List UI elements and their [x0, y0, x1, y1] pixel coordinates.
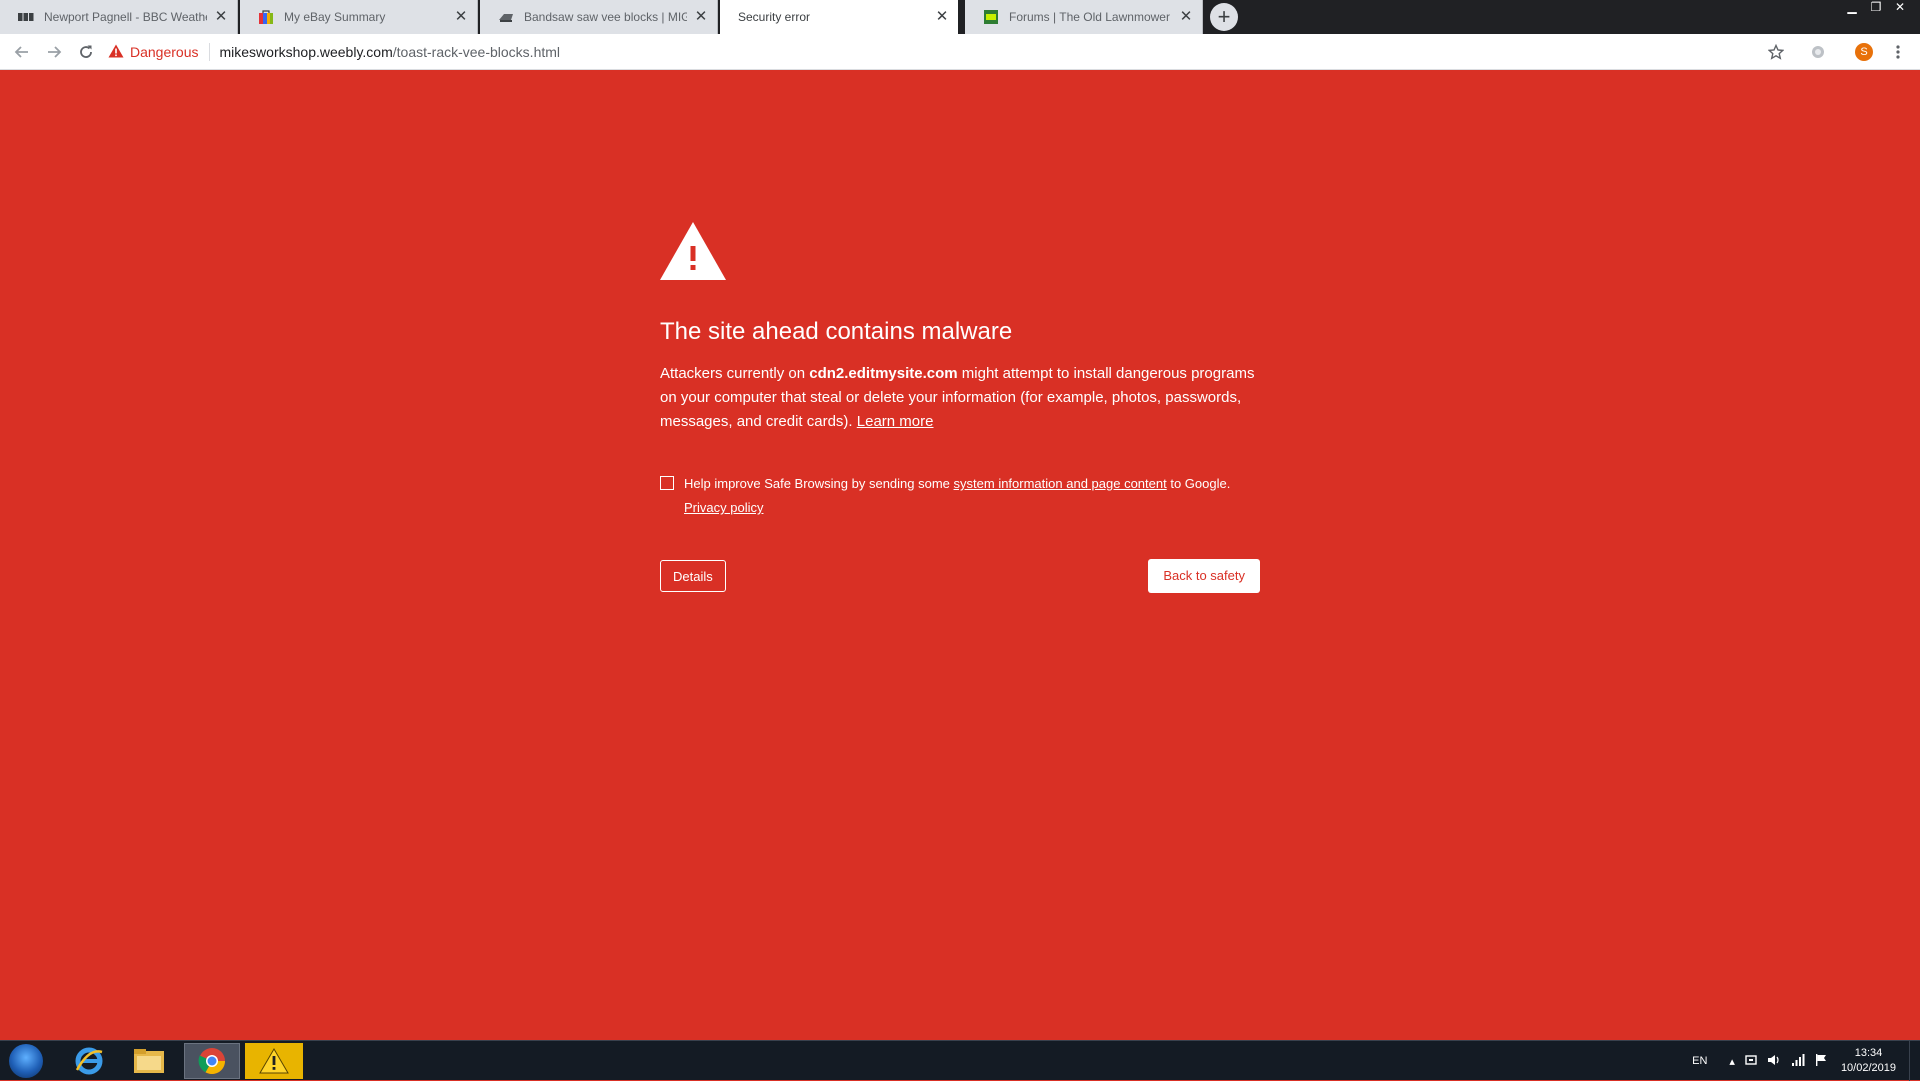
file-explorer-icon[interactable]: [126, 1043, 172, 1079]
url-host: mikesworkshop.weebly.com: [219, 44, 393, 60]
malware-domain: cdn2.editmysite.com: [809, 365, 958, 382]
volume-icon[interactable]: [1767, 1054, 1781, 1069]
star-icon[interactable]: [1764, 40, 1788, 64]
tab-title: Forums | The Old Lawnmower Cl: [1009, 10, 1172, 24]
avatar-initial: S: [1855, 43, 1873, 61]
warning-taskbar-icon[interactable]: [245, 1043, 303, 1079]
internet-explorer-icon[interactable]: [66, 1043, 112, 1079]
close-tab-icon[interactable]: ✕: [453, 9, 469, 25]
start-button[interactable]: [6, 1043, 46, 1079]
action-buttons: Details Back to safety: [660, 559, 1260, 594]
language-indicator[interactable]: EN: [1692, 1055, 1707, 1067]
divider: [208, 43, 210, 61]
site-icon: [498, 9, 514, 25]
tab-old-lawnmower-forums[interactable]: Forums | The Old Lawnmower Cl ✕: [965, 0, 1203, 34]
address-bar[interactable]: Dangerous mikesworkshop.weebly.com/toast…: [108, 38, 1788, 66]
menu-kebab-icon[interactable]: [1886, 40, 1910, 64]
page-title: The site ahead contains malware: [660, 318, 1013, 345]
clock-date: 10/02/2019: [1840, 1062, 1896, 1074]
optin-checkbox[interactable]: [660, 476, 674, 490]
windows-logo-icon: [9, 1044, 43, 1078]
body-prefix: Attackers currently on: [660, 365, 810, 382]
optin-prefix: Help improve Safe Browsing by sending so…: [684, 476, 954, 491]
signal-bars-icon[interactable]: [1791, 1053, 1805, 1069]
tab-title: Security error: [738, 10, 811, 24]
windows-taskbar: EN ▴ 13:34 10/02/2019: [0, 1040, 1920, 1081]
security-chip-label[interactable]: Dangerous: [130, 44, 199, 60]
back-to-safety-button[interactable]: Back to safety: [1148, 559, 1260, 593]
close-tab-icon[interactable]: ✕: [1178, 9, 1194, 25]
warning-icon: [108, 44, 124, 61]
safe-browsing-optin: Help improve Safe Browsing by sending so…: [660, 472, 1260, 520]
learn-more-link[interactable]: Learn more: [857, 413, 934, 430]
forward-arrow-icon[interactable]: [42, 40, 66, 64]
tab-strip: Newport Pagnell - BBC Weather ✕ My eBay …: [0, 0, 1920, 34]
minimize-icon[interactable]: ▁: [1840, 0, 1864, 16]
new-tab-button[interactable]: +: [1210, 3, 1238, 31]
close-window-icon[interactable]: ✕: [1888, 0, 1912, 16]
show-desktop-button[interactable]: [1909, 1041, 1920, 1081]
tab-title: Newport Pagnell - BBC Weather: [44, 10, 207, 24]
reload-icon[interactable]: [74, 40, 98, 64]
tab-title: My eBay Summary: [284, 10, 386, 24]
system-info-link[interactable]: system information and page content: [954, 476, 1167, 491]
extension-icon[interactable]: [1806, 40, 1830, 64]
system-tray: EN ▴ 13:34 10/02/2019: [1692, 1041, 1906, 1081]
details-button[interactable]: Details: [660, 560, 726, 592]
tab-bbc-weather[interactable]: Newport Pagnell - BBC Weather ✕: [0, 0, 238, 34]
close-tab-icon[interactable]: ✕: [213, 9, 229, 25]
tab-bandsaw-vee-blocks[interactable]: Bandsaw saw vee blocks | MIG W ✕: [480, 0, 718, 34]
optin-suffix: to Google.: [1166, 476, 1231, 491]
tab-ebay-summary[interactable]: My eBay Summary ✕: [240, 0, 478, 34]
ebay-icon: [258, 9, 274, 25]
tab-security-error[interactable]: Security error ✕: [720, 0, 958, 34]
warning-triangle-icon: [660, 222, 726, 280]
action-center-flag-icon[interactable]: [1815, 1053, 1827, 1069]
window-controls: ▁ ❐ ✕: [1840, 0, 1912, 16]
bbc-icon: [18, 9, 34, 25]
privacy-policy-link[interactable]: Privacy policy: [684, 500, 763, 515]
restore-icon[interactable]: ❐: [1864, 0, 1888, 16]
close-tab-icon[interactable]: ✕: [693, 9, 709, 25]
profile-avatar[interactable]: S: [1852, 40, 1876, 64]
back-arrow-icon[interactable]: [10, 40, 34, 64]
clock[interactable]: 13:34 10/02/2019: [1841, 1046, 1896, 1076]
clock-time: 13:34: [1854, 1047, 1883, 1059]
tab-title: Bandsaw saw vee blocks | MIG W: [524, 10, 687, 24]
olc-icon: [983, 9, 999, 25]
browser-toolbar: Dangerous mikesworkshop.weebly.com/toast…: [0, 34, 1920, 70]
network-device-icon[interactable]: [1745, 1054, 1757, 1069]
show-hidden-icons-icon[interactable]: ▴: [1729, 1055, 1735, 1068]
chrome-taskbar-icon[interactable]: [184, 1043, 240, 1079]
url-path: /toast-rack-vee-blocks.html: [392, 44, 561, 60]
explanation-paragraph: Attackers currently on cdn2.editmysite.c…: [660, 362, 1260, 434]
malware-interstitial: The site ahead contains malware Attacker…: [660, 222, 1260, 594]
close-tab-icon[interactable]: ✕: [934, 9, 950, 25]
